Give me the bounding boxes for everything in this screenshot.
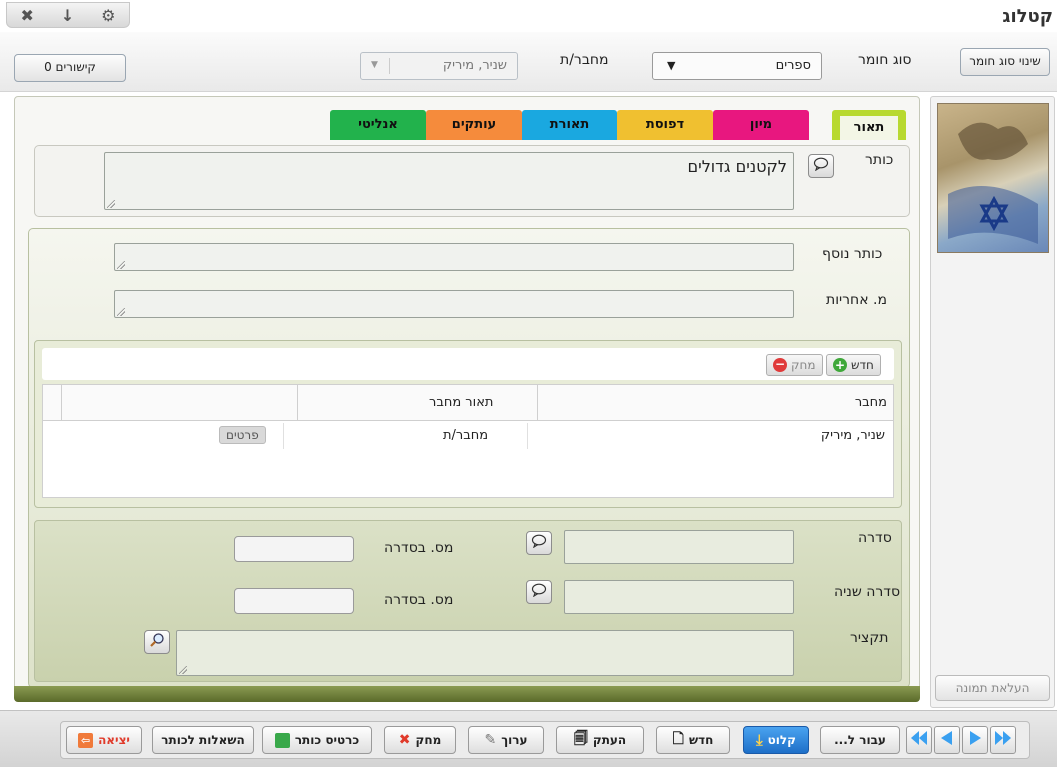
author-label: מחבר/ת [560, 52, 609, 68]
series-number-input[interactable] [234, 536, 354, 562]
card-icon [274, 732, 290, 748]
second-series-number-input[interactable] [234, 588, 354, 614]
speech-bubble-icon [531, 534, 547, 552]
material-type-label: סוג חומר [858, 52, 912, 68]
cover-illustration [948, 122, 1038, 244]
double-arrow-left-icon [909, 730, 929, 750]
previous-record-button[interactable] [934, 726, 960, 754]
summary-label: תקציר [850, 630, 889, 646]
tab-analytic[interactable]: אנליטי [330, 110, 426, 140]
cover-image [937, 103, 1049, 253]
details-button[interactable]: פרטים [219, 426, 266, 444]
change-material-button[interactable]: שינוי סוג חומר [960, 48, 1050, 76]
copy-icon: 🗐 [573, 731, 588, 747]
column-header-author: מחבר [854, 395, 887, 410]
tab-imprint[interactable]: דפוסת [617, 110, 713, 140]
delete-author-button[interactable]: מחק − [766, 354, 823, 376]
second-series-input[interactable] [564, 580, 794, 614]
next-record-button[interactable] [962, 726, 988, 754]
series-number-label: מס. בסדרה [384, 540, 454, 556]
delete-record-button[interactable]: מחק ✖ [384, 726, 456, 754]
close-icon[interactable]: ✖ [20, 6, 33, 25]
exit-button[interactable]: יציאה ⇦ [66, 726, 142, 754]
new-record-button[interactable]: חדש 🗋 [656, 726, 730, 754]
table-row[interactable]: שניר, מיריק מחבר/ת פרטים [43, 423, 893, 453]
table-header: מחבר תאור מחבר [43, 385, 893, 421]
delete-x-icon: ✖ [398, 732, 411, 748]
links-button[interactable]: 0 קישורים [14, 54, 126, 82]
series-comment-button[interactable] [526, 531, 552, 555]
responsibility-input[interactable] [114, 290, 794, 318]
arrow-right-icon [967, 730, 983, 750]
author-cell: שניר, מיריק [820, 428, 885, 443]
title-comment-button[interactable] [808, 154, 834, 178]
speech-bubble-icon [813, 157, 829, 175]
chevron-down-icon: ▼ [667, 59, 676, 72]
series-input[interactable] [564, 530, 794, 564]
subtitle-label: כותר נוסף [822, 246, 883, 262]
double-arrow-right-icon [993, 730, 1013, 750]
title-input[interactable]: לקטנים גדולים [104, 152, 794, 210]
exit-icon: ⇦ [78, 732, 94, 748]
material-type-select[interactable]: ▼ ספרים [652, 52, 822, 80]
title-label: כותר [865, 152, 894, 168]
authors-table: מחבר תאור מחבר שניר, מיריק מחבר/ת פרטים [42, 384, 894, 498]
arrow-left-icon [939, 730, 955, 750]
download-icon: ⤓ [756, 731, 763, 749]
minus-icon: − [773, 357, 787, 372]
chevron-down-icon: ▼ [371, 60, 378, 70]
responsibility-label: מ. אחריות [826, 292, 887, 308]
summary-search-button[interactable] [144, 630, 170, 654]
new-author-button[interactable]: חדש + [826, 354, 881, 376]
author-select[interactable]: ▼ שניר, מיריק [360, 52, 518, 80]
speech-bubble-icon [531, 583, 547, 601]
title-bar: ✖ ↓ ⚙ קטלוג [0, 0, 1057, 32]
column-header-role: תאור מחבר [429, 395, 494, 410]
plus-icon: + [833, 358, 847, 372]
tab-description-extra[interactable]: תאורת [522, 110, 617, 140]
image-panel: העלאת תמונה [930, 96, 1055, 708]
summary-input[interactable] [176, 630, 794, 676]
title-loans-button[interactable]: השאלות לכותר [152, 726, 254, 754]
goto-button[interactable]: עבור ל... [820, 726, 900, 754]
new-document-icon: 🗋 [672, 731, 684, 747]
settings-icon[interactable]: ⚙ [101, 6, 115, 25]
second-series-label: סדרה שניה [834, 584, 901, 600]
copy-record-button[interactable]: העתק 🗐 [556, 726, 644, 754]
import-button[interactable]: קלוט ⤓ [743, 726, 809, 754]
series-label: סדרה [858, 530, 892, 546]
tab-copies[interactable]: עותקים [426, 110, 522, 140]
download-icon[interactable]: ↓ [61, 6, 74, 25]
magnifier-icon [149, 632, 165, 652]
title-card-button[interactable]: כרטיס כותר [262, 726, 372, 754]
second-series-number-label: מס. בסדרה [384, 592, 454, 608]
pencil-icon: ✎ [484, 732, 497, 748]
upload-image-button[interactable]: העלאת תמונה [935, 675, 1050, 701]
edit-record-button[interactable]: ערוך ✎ [468, 726, 544, 754]
first-record-button[interactable] [990, 726, 1016, 754]
window-controls: ✖ ↓ ⚙ [6, 2, 130, 28]
tab-description[interactable]: תאור [832, 110, 906, 140]
subtitle-input[interactable] [114, 243, 794, 271]
second-series-comment-button[interactable] [526, 580, 552, 604]
tab-classification[interactable]: מיון [713, 110, 809, 140]
last-record-button[interactable] [906, 726, 932, 754]
app-title: קטלוג [1002, 6, 1053, 27]
role-cell: מחבר/ת [443, 428, 489, 443]
